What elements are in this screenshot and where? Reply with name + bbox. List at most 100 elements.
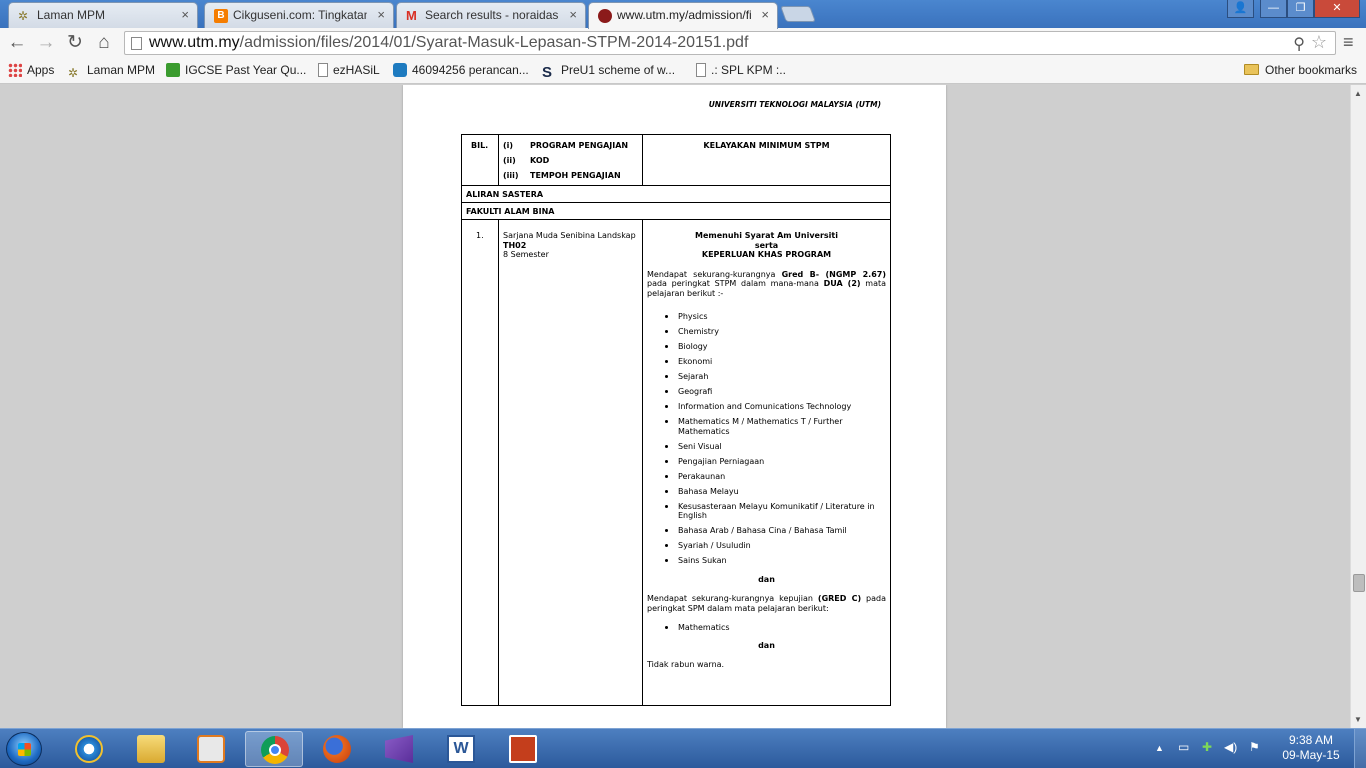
user-icon[interactable]: 👤 — [1227, 0, 1254, 18]
browser-toolbar: ← → ↻ ⌂ www.utm.my/admission/files/2014/… — [0, 28, 1366, 58]
dan-text: dan — [758, 640, 775, 650]
tab-gmail-search[interactable]: M Search results - noraidasm × — [396, 2, 586, 28]
req-title: serta — [754, 240, 779, 250]
bookmark-label: IGCSE Past Year Qu... — [185, 63, 307, 77]
vertical-scrollbar[interactable]: ▲ ▼ — [1350, 85, 1366, 728]
network-icon[interactable]: ▭ — [1178, 740, 1189, 754]
zoom-icon[interactable]: ⚲ — [1293, 34, 1305, 54]
home-button[interactable]: ⌂ — [93, 32, 115, 54]
close-icon[interactable]: × — [181, 7, 189, 22]
bookmarks-bar: Apps ✲ Laman MPM IGCSE Past Year Qu... ez… — [0, 58, 1366, 84]
bookmark-star-icon[interactable]: ☆ — [1311, 32, 1327, 53]
volume-icon[interactable]: ◀) — [1224, 740, 1237, 754]
tab-title: Cikguseni.com: Tingkatan — [233, 8, 367, 22]
requirement-paragraph: Mendapat sekurang-kurangnya Gred B- (NGM… — [647, 270, 886, 299]
tab-title: Laman MPM — [37, 8, 106, 22]
requirement-paragraph: Tidak rabun warna. — [647, 660, 725, 669]
taskbar-visual-studio[interactable] — [370, 731, 428, 767]
list-item: Geografi — [647, 387, 886, 397]
subject-list: Physics Chemistry Biology Ekonomi Sejarah Geo… — [647, 312, 886, 566]
list-item: Kesusasteraan Melayu Komunikatif / Liter… — [647, 502, 886, 521]
grade-text: (GRED C) — [817, 594, 862, 603]
new-tab-button[interactable] — [780, 6, 816, 22]
url-text[interactable]: www.utm.my/admission/files/2014/01/Syara… — [149, 34, 748, 52]
other-bookmarks[interactable]: Other bookmarks — [1244, 63, 1357, 79]
header-label: KOD — [530, 156, 550, 165]
bookmark-label: Apps — [27, 63, 55, 77]
program-name: Sarjana Muda Senibina Landskap — [503, 231, 636, 240]
list-item: Seni Visual — [647, 442, 886, 452]
tab-laman-mpm[interactable]: ✲ Laman MPM × — [8, 2, 198, 28]
tab-cikguseni[interactable]: B Cikguseni.com: Tingkatan × — [204, 2, 394, 28]
list-item: Sejarah — [647, 372, 886, 382]
bookmark-perancangan[interactable]: 46094256 perancan... — [393, 63, 529, 79]
taskbar-firefox[interactable] — [308, 731, 366, 767]
close-icon[interactable]: × — [761, 7, 769, 22]
taskbar-media-player[interactable] — [182, 731, 240, 767]
show-desktop-button[interactable] — [1354, 729, 1366, 768]
tab-utm-pdf[interactable]: www.utm.my/admission/fi × — [588, 2, 778, 29]
bookmark-igcse[interactable]: IGCSE Past Year Qu... — [166, 63, 306, 79]
scrollbar-thumb[interactable] — [1353, 574, 1365, 592]
clock-time: 9:38 AM — [1288, 733, 1334, 747]
bookmark-spl-kpm[interactable]: .: SPL KPM :.. — [696, 63, 786, 79]
faculty-label: FAKULTI ALAM BINA — [466, 207, 555, 216]
text: pada peringkat STPM dalam mana-mana — [647, 279, 824, 288]
list-item: Mathematics M / Mathematics T / Further … — [647, 417, 886, 436]
scroll-up-icon[interactable]: ▲ — [1354, 89, 1362, 98]
col-kelayakan: Memenuhi Syarat Am Universiti serta KEPE… — [643, 220, 890, 705]
url-host: www.utm.my — [149, 34, 240, 51]
bookmark-label: PreU1 scheme of w... — [561, 63, 676, 77]
reload-button[interactable]: ↻ — [64, 32, 86, 54]
col-bil: 1. — [462, 220, 499, 705]
close-icon[interactable]: × — [569, 7, 577, 22]
faculty-row: FAKULTI ALAM BINA — [462, 203, 890, 220]
subject-list: Mathematics — [647, 623, 886, 633]
taskbar-word[interactable]: W — [432, 731, 490, 767]
bookmark-ezhasil[interactable]: ezHASiL — [318, 63, 380, 79]
bookmark-preu1[interactable]: S PreU1 scheme of w... — [542, 63, 676, 80]
pdf-page: UNIVERSITI TEKNOLOGI MALAYSIA (UTM) BIL.… — [403, 85, 946, 728]
maximize-button[interactable]: ❐ — [1287, 0, 1314, 18]
security-icon[interactable]: ✚ — [1202, 740, 1212, 754]
list-item: Pengajian Perniagaan — [647, 457, 886, 467]
media-player-icon — [197, 735, 225, 763]
dan-text: dan — [758, 574, 775, 584]
chrome-menu-button[interactable]: ≡ — [1343, 32, 1354, 53]
program-duration: 8 Semester — [503, 250, 549, 259]
university-header: UNIVERSITI TEKNOLOGI MALAYSIA (UTM) — [708, 100, 881, 109]
list-item: Physics — [647, 312, 886, 322]
header-bil: BIL. — [471, 141, 489, 150]
other-bookmarks-label: Other bookmarks — [1265, 63, 1358, 77]
close-icon[interactable]: × — [377, 7, 385, 22]
taskbar-file-explorer[interactable] — [122, 731, 180, 767]
list-item: Chemistry — [647, 327, 886, 337]
scroll-down-icon[interactable]: ▼ — [1354, 715, 1362, 724]
requirement-paragraph: Mendapat sekurang-kurangnya kepujian (GR… — [647, 594, 886, 613]
entry-bil: 1. — [476, 231, 484, 240]
green-cube-icon — [166, 63, 180, 77]
action-center-flag-icon[interactable]: ⚑ — [1249, 740, 1260, 754]
back-button[interactable]: ← — [6, 32, 28, 54]
list-item: Perakaunan — [647, 472, 886, 482]
taskbar-chrome[interactable] — [245, 731, 303, 767]
col-bil: BIL. — [462, 135, 499, 185]
forward-button[interactable]: → — [35, 32, 57, 54]
requirements-table: BIL. (i) PROGRAM PENGAJIAN (ii) KOD (iii) T… — [461, 134, 891, 706]
page-icon — [318, 63, 328, 77]
taskbar-powerpoint[interactable] — [494, 731, 552, 767]
taskbar-internet-explorer[interactable] — [60, 731, 118, 767]
close-window-button[interactable]: ✕ — [1314, 0, 1360, 18]
powerpoint-icon — [509, 735, 537, 763]
address-bar[interactable]: www.utm.my/admission/files/2014/01/Syara… — [124, 31, 1336, 55]
system-clock[interactable]: 9:38 AM 09-May-15 — [1278, 733, 1344, 763]
grade-text: Gred B- (NGMP 2.67) — [781, 269, 887, 279]
show-hidden-icons[interactable]: ▲ — [1155, 743, 1164, 753]
bookmark-apps[interactable]: Apps — [8, 63, 54, 79]
stream-row: ALIRAN SASTERA — [462, 186, 890, 203]
start-button[interactable] — [6, 732, 42, 766]
bookmark-laman-mpm[interactable]: ✲ Laman MPM — [68, 63, 155, 80]
count-text: DUA (2) — [823, 279, 861, 288]
minimize-button[interactable]: — — [1260, 0, 1287, 18]
page-icon — [696, 63, 706, 77]
